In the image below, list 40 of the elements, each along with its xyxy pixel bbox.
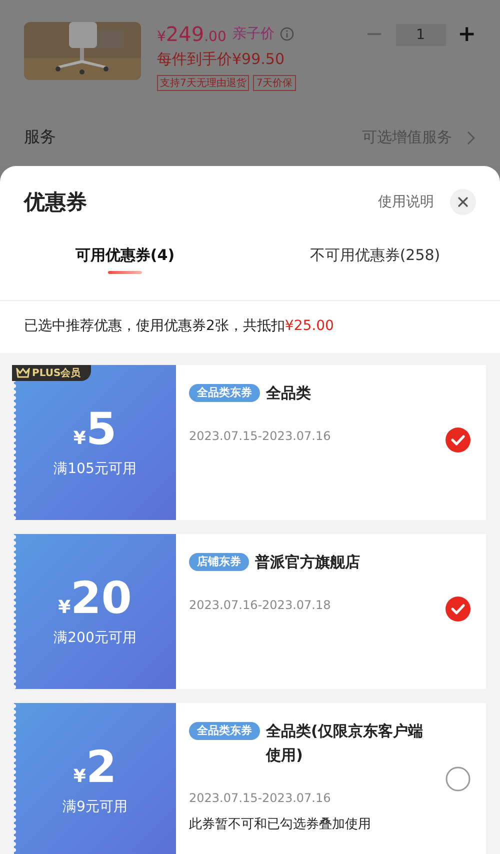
plus-member-badge: PLUS会员: [12, 365, 91, 381]
coupon-amount: 5: [86, 408, 117, 452]
coupon-card[interactable]: 店铺东券 普派官方旗舰店 2023.07.16-2023.07.18: [176, 534, 486, 689]
close-icon[interactable]: [450, 189, 476, 215]
coupon-dates: 2023.07.15-2023.07.16: [189, 429, 331, 443]
info-icon[interactable]: [280, 27, 294, 41]
coupon-type-tag: 全品类东券: [189, 722, 260, 740]
currency-sign: ¥: [58, 596, 71, 618]
coupon-type-tag: 店铺东券: [189, 553, 249, 571]
coupon-condition: 满200元可用: [54, 628, 136, 646]
final-price: 每件到手价¥99.50: [157, 50, 286, 69]
coupon-dates: 2023.07.15-2023.07.16: [189, 791, 331, 805]
coupon-tab[interactable]: 不可用优惠券(258): [250, 246, 500, 300]
coupon-title: 全品类(仅限京东客户端使用): [266, 721, 424, 766]
product-price: ¥249.00: [157, 22, 226, 46]
help-link[interactable]: 使用说明: [378, 193, 434, 211]
coupon-dates: 2023.07.16-2023.07.18: [189, 598, 331, 612]
service-tag: 支持7天无理由退货: [157, 75, 250, 91]
coupon-amount: 2: [86, 746, 117, 790]
unchecked-circle-icon[interactable]: [445, 766, 471, 792]
currency-sign: ¥: [73, 428, 86, 448]
checked-icon[interactable]: [445, 596, 471, 622]
service-tag: 7天价保: [253, 75, 296, 91]
coupon-condition: 满105元可用: [54, 460, 136, 478]
currency-sign: ¥: [73, 766, 86, 786]
sheet-title: 优惠券: [24, 189, 88, 216]
coupon-type-tag: 全品类东券: [189, 384, 260, 402]
checked-icon[interactable]: [445, 427, 471, 453]
coupon-card[interactable]: 全品类东券 全品类 2023.07.15-2023.07.16: [176, 365, 486, 520]
coupon-condition: 满9元可用: [62, 798, 128, 816]
coupon-title: 普派官方旗舰店: [255, 552, 361, 573]
coupon-title: 全品类: [266, 383, 312, 404]
price-label: 亲子价: [232, 25, 274, 43]
coupon-tab[interactable]: 可用优惠券(4): [0, 246, 250, 300]
coupon-card[interactable]: 全品类东券 全品类(仅限京东客户端使用) 2023.07.15-2023.07.16 此券暂不可和已勾选券叠加使用: [176, 703, 486, 854]
coupon-amount: 20: [70, 576, 132, 620]
coupon-note: 此券暂不可和已勾选券叠加使用: [189, 816, 371, 833]
service-label: 服务: [24, 127, 57, 148]
plus-button[interactable]: +: [458, 22, 476, 47]
discount-summary: 已选中推荐优惠，使用优惠券2张，共抵扣¥25.00: [23, 317, 335, 336]
